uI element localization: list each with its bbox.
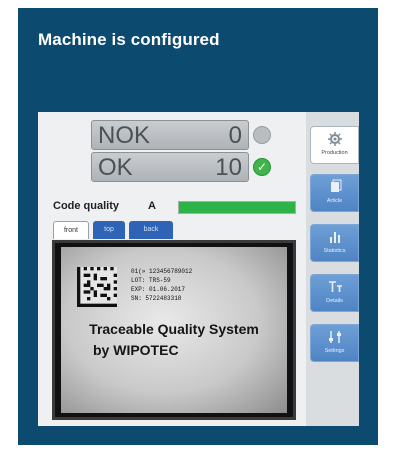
code-line: 01(» 123456789012	[131, 268, 193, 275]
datamatrix-code-icon	[77, 267, 117, 307]
sidebar-item-article[interactable]: Article	[310, 174, 359, 212]
sidebar-item-statistics[interactable]: Statistics	[310, 224, 359, 262]
camera-image: 01(» 123456789012 LOT: TRS-59 EXP: 01.06.2…	[61, 247, 287, 413]
sidebar-item-settings[interactable]: Settings	[310, 324, 359, 362]
code-text-block: 01(» 123456789012 LOT: TRS-59 EXP: 01.06.2…	[131, 267, 192, 303]
code-line: LOT: TRS-59	[131, 277, 171, 284]
settings-icon	[328, 331, 341, 343]
article-icon	[330, 179, 341, 192]
nok-status-icon	[253, 126, 271, 144]
code-quality-bar	[178, 201, 296, 214]
bar-chart-icon	[329, 232, 340, 243]
ok-check-icon: ✓	[253, 158, 271, 176]
sidebar-item-details[interactable]: Details	[310, 274, 359, 312]
code-line: EXP: 01.06.2017	[131, 286, 186, 293]
nav-sidebar: Production Article Statistics Details Se…	[310, 112, 359, 426]
print-text-line-2: by WIPOTEC	[93, 342, 179, 358]
camera-view: 01(» 123456789012 LOT: TRS-59 EXP: 01.06.2…	[52, 240, 296, 420]
production-panel: NOK 0 OK 10 ✓ Code quality A front top b…	[38, 112, 306, 426]
nok-label: NOK	[98, 122, 151, 149]
tab-front[interactable]: front	[53, 221, 89, 239]
code-line: SN: 5722483318	[131, 295, 182, 302]
sidebar-item-label: Details	[326, 298, 343, 304]
hmi-screenshot: NOK 0 OK 10 ✓ Code quality A front top b…	[38, 112, 359, 426]
sidebar-item-label: Production	[321, 150, 348, 156]
info-card: Machine is configured NOK 0 OK 10 ✓ Code…	[18, 8, 378, 445]
details-icon	[328, 281, 342, 292]
sidebar-item-label: Article	[326, 198, 343, 204]
code-quality-label: Code quality	[53, 200, 120, 212]
sidebar-item-label: Settings	[324, 348, 345, 354]
print-text-line-1: Traceable Quality System	[89, 321, 259, 337]
tab-back[interactable]: back	[129, 221, 173, 239]
ok-counter: OK 10	[91, 152, 249, 182]
gear-icon	[327, 132, 342, 146]
ok-label: OK	[98, 154, 133, 181]
nok-value: 0	[228, 122, 242, 149]
sidebar-item-label: Statistics	[323, 248, 346, 254]
code-quality-grade: A	[148, 200, 156, 212]
tab-top[interactable]: top	[93, 221, 125, 239]
card-title: Machine is configured	[38, 30, 220, 49]
sidebar-item-production[interactable]: Production	[310, 126, 359, 164]
nok-counter: NOK 0	[91, 120, 249, 150]
code-quality-bar-fill	[179, 202, 295, 213]
ok-value: 10	[215, 154, 242, 181]
